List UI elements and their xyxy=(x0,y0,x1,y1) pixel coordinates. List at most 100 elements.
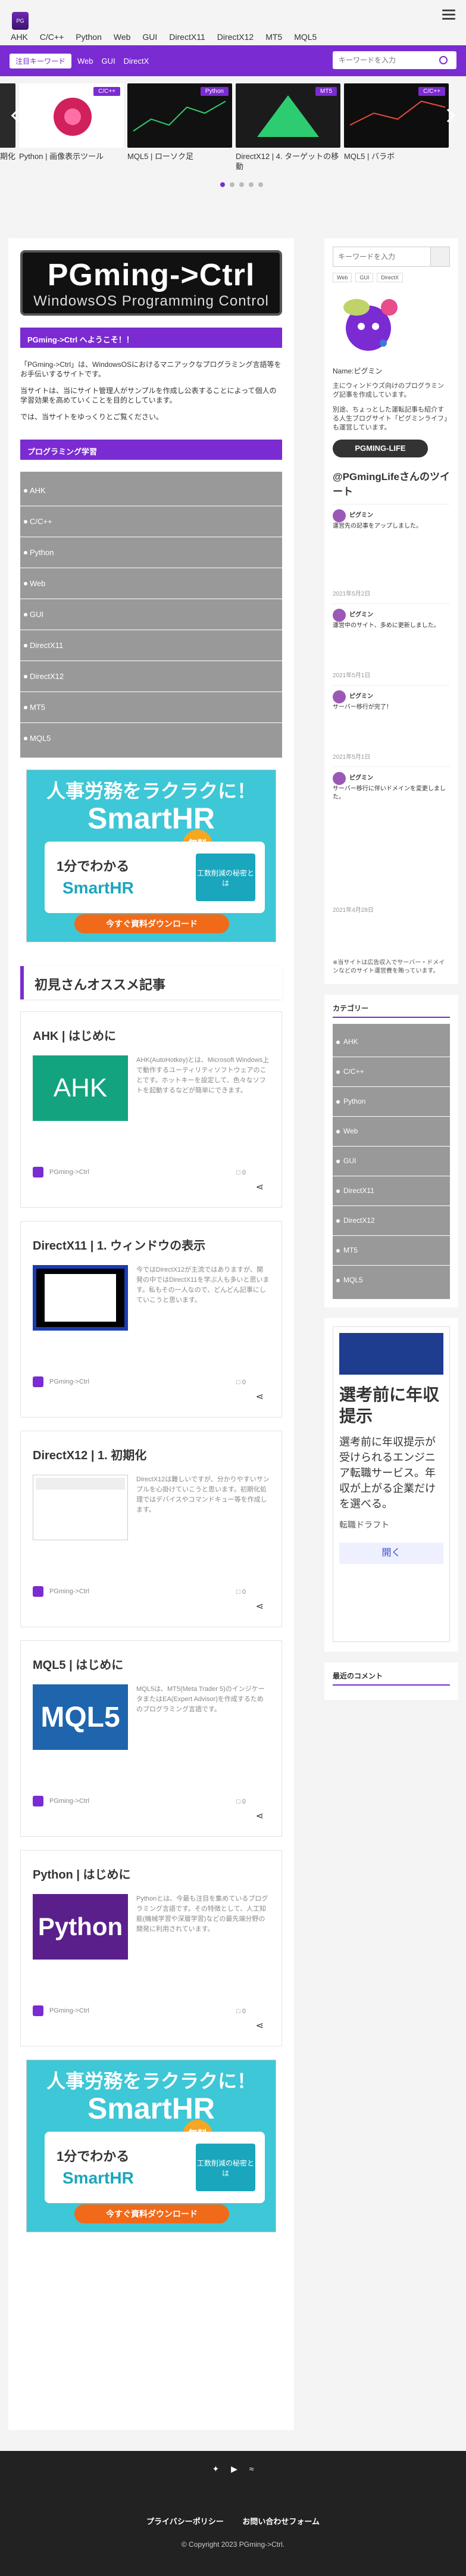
nav-mt5[interactable]: MT5 xyxy=(265,32,282,42)
category-item[interactable]: DirectX11 xyxy=(20,630,282,661)
job-ad[interactable]: 選考前に年収提示 選考前に年収提示が受けられるエンジニア転職サービス。年収が上が… xyxy=(333,1326,450,1642)
nav-cpp[interactable]: C/C++ xyxy=(40,32,64,42)
site-banner[interactable]: PGming->Ctrl WindowsOS Programming Contr… xyxy=(20,250,282,316)
article-title[interactable]: AHK | はじめに xyxy=(33,1026,270,1044)
rss-icon[interactable]: ≈ xyxy=(249,2464,254,2474)
pgming-life-button[interactable]: PGMING-LIFE xyxy=(333,440,428,457)
ad-cta-button[interactable]: 今すぐ資料ダウンロード xyxy=(74,914,229,933)
category-item[interactable]: AHK xyxy=(20,475,282,506)
article-title[interactable]: Python | はじめに xyxy=(33,1865,270,1882)
tweet[interactable]: ピグミン サーバー移行に伴いドメインを変更しました。 2021年4月28日 xyxy=(333,767,450,920)
keyword-link[interactable]: Web xyxy=(77,57,93,66)
job-ad-open-button[interactable]: 開く xyxy=(339,1543,443,1564)
slide-caption[interactable]: MQL5 | ローソク足 xyxy=(127,151,232,161)
sidebar-category-item[interactable]: GUI xyxy=(333,1147,450,1176)
sidebar-category-item[interactable]: MT5 xyxy=(333,1236,450,1266)
share-icon[interactable]: ⋖ xyxy=(256,1810,264,1822)
sidebar-category-item[interactable]: DirectX11 xyxy=(333,1176,450,1206)
site-logo[interactable]: PG xyxy=(12,12,29,30)
article-card[interactable]: MQL5 | はじめに MQL5 MQL5は、MT5(Meta Trader 5… xyxy=(20,1640,282,1837)
sidebar-category-item[interactable]: Web xyxy=(333,1117,450,1147)
sidebar-category-item[interactable]: MQL5 xyxy=(333,1266,450,1295)
article-card[interactable]: DirectX12 | 1. 初期化 DirectX12は難しいですが、分かりや… xyxy=(20,1431,282,1627)
slide-caption[interactable]: Python | 画像表示ツール xyxy=(19,151,124,161)
ad-notice: ※当サイトは広告収入でサーバー・ドメインなどのサイト運営費を賄っています。 xyxy=(333,960,445,974)
share-icon[interactable]: ⋖ xyxy=(256,1600,264,1612)
carousel-dot[interactable] xyxy=(258,182,263,187)
category-item[interactable]: DirectX12 xyxy=(20,661,282,692)
category-item[interactable]: C/C++ xyxy=(20,506,282,537)
carousel-dot[interactable] xyxy=(220,182,225,187)
tweet-avatar xyxy=(333,609,346,622)
tag-link[interactable]: GUI xyxy=(355,273,374,282)
search-icon[interactable] xyxy=(439,56,448,64)
sidebar-category-item[interactable]: AHK xyxy=(333,1027,450,1057)
keyword-badge: 注目キーワード xyxy=(10,53,72,68)
contact-form-link[interactable]: お問い合わせフォーム xyxy=(242,2517,320,2526)
slide-caption[interactable]: MQL5 | バラボ xyxy=(344,151,449,161)
share-icon[interactable]: ⋖ xyxy=(256,2020,264,2032)
article-card[interactable]: DirectX11 | 1. ウィンドウの表示 今ではDirectX12が主流で… xyxy=(20,1221,282,1418)
article-thumbnail[interactable]: Python xyxy=(33,1894,128,1960)
share-icon[interactable]: ⋖ xyxy=(256,1391,264,1403)
carousel-slide[interactable]: Python MQL5 | ローソク足 xyxy=(127,83,232,161)
category-item[interactable]: GUI xyxy=(20,599,282,630)
nav-mql5[interactable]: MQL5 xyxy=(294,32,317,42)
slide-tag[interactable]: Python xyxy=(200,87,229,96)
slide-tag[interactable]: MT5 xyxy=(315,87,337,96)
nav-ahk[interactable]: AHK xyxy=(11,32,28,42)
smarthr-ad[interactable]: 人事労務をラクラクに！ SmartHR 無料 1分でわかる SmartHR 工数… xyxy=(26,2060,276,2232)
article-card[interactable]: Python | はじめに Python Pythonとは、今最も注目を集めてい… xyxy=(20,1850,282,2047)
article-card[interactable]: AHK | はじめに AHK AHK(AutoHotkey)とは、Microso… xyxy=(20,1011,282,1208)
nav-directx12[interactable]: DirectX12 xyxy=(217,32,254,42)
hamburger-menu-icon[interactable] xyxy=(442,10,455,20)
header-search-input[interactable] xyxy=(333,56,437,64)
tag-link[interactable]: Web xyxy=(333,273,352,282)
sidebar: Web GUI DirectX Name:ピグミン 主にウィンドウズ向けのプログ… xyxy=(324,238,458,1711)
twitter-icon[interactable]: ✦ xyxy=(212,2464,220,2474)
article-thumbnail[interactable] xyxy=(33,1265,128,1331)
privacy-policy-link[interactable]: プライバシーポリシー xyxy=(146,2517,224,2526)
nav-directx11[interactable]: DirectX11 xyxy=(169,32,205,42)
ad-cta-button[interactable]: 今すぐ資料ダウンロード xyxy=(74,2204,229,2223)
sidebar-search-input[interactable] xyxy=(333,247,431,267)
youtube-icon[interactable]: ▶ xyxy=(231,2464,237,2474)
slide-tag[interactable]: C/C++ xyxy=(418,87,445,96)
slide-caption[interactable]: DirectX12 | 4. ターゲットの移動 xyxy=(236,151,340,172)
category-item[interactable]: Web xyxy=(20,568,282,599)
article-title[interactable]: DirectX11 | 1. ウィンドウの表示 xyxy=(33,1236,270,1253)
article-title[interactable]: DirectX12 | 1. 初期化 xyxy=(33,1446,270,1463)
share-icon[interactable]: ⋖ xyxy=(256,1181,264,1193)
category-item[interactable]: MT5 xyxy=(20,692,282,723)
sidebar-category-item[interactable]: DirectX12 xyxy=(333,1206,450,1236)
slide-caption[interactable]: l1 初期化 xyxy=(0,151,15,161)
slide-tag[interactable]: C/C++ xyxy=(93,87,120,96)
nav-python[interactable]: Python xyxy=(76,32,102,42)
tweet[interactable]: ピグミン サーバー移行が完了！ 2021年5月1日 xyxy=(333,685,450,767)
category-item[interactable]: MQL5 xyxy=(20,723,282,754)
carousel-slide[interactable]: C/C++ MQL5 | バラボ xyxy=(344,83,449,161)
article-thumbnail[interactable]: MQL5 xyxy=(33,1684,128,1750)
smarthr-ad[interactable]: 人事労務をラクラクに！ SmartHR 無料 1分でわかる SmartHR 工数… xyxy=(26,770,276,942)
sidebar-category-item[interactable]: Python xyxy=(333,1087,450,1117)
article-thumbnail[interactable]: AHK xyxy=(33,1055,128,1121)
carousel-slide[interactable]: MT5 DirectX12 | 4. ターゲットの移動 xyxy=(236,83,340,172)
category-item[interactable]: Python xyxy=(20,537,282,568)
nav-web[interactable]: Web xyxy=(114,32,131,42)
carousel-dot[interactable] xyxy=(239,182,244,187)
nav-gui[interactable]: GUI xyxy=(142,32,157,42)
carousel-dot[interactable] xyxy=(230,182,234,187)
tweet[interactable]: ピグミン 運営先の記事をアップしました。 2021年5月2日 xyxy=(333,504,450,603)
sidebar-ad[interactable]: 選考前に年収提示 選考前に年収提示が受けられるエンジニア転職サービス。年収が上が… xyxy=(324,1318,458,1652)
keyword-link[interactable]: GUI xyxy=(102,57,115,66)
carousel-slide[interactable]: l1 初期化 xyxy=(0,83,15,161)
article-title[interactable]: MQL5 | はじめに xyxy=(33,1655,270,1672)
tweet[interactable]: ピグミン 運営中のサイト、多めに更新しました。 2021年5月1日 xyxy=(333,603,450,685)
keyword-link[interactable]: DirectX xyxy=(124,57,149,66)
article-thumbnail[interactable] xyxy=(33,1475,128,1540)
search-icon[interactable] xyxy=(431,247,450,267)
sidebar-category-item[interactable]: C/C++ xyxy=(333,1057,450,1087)
carousel-dot[interactable] xyxy=(249,182,254,187)
carousel-slide[interactable]: C/C++ Python | 画像表示ツール xyxy=(19,83,124,161)
tag-link[interactable]: DirectX xyxy=(377,273,403,282)
